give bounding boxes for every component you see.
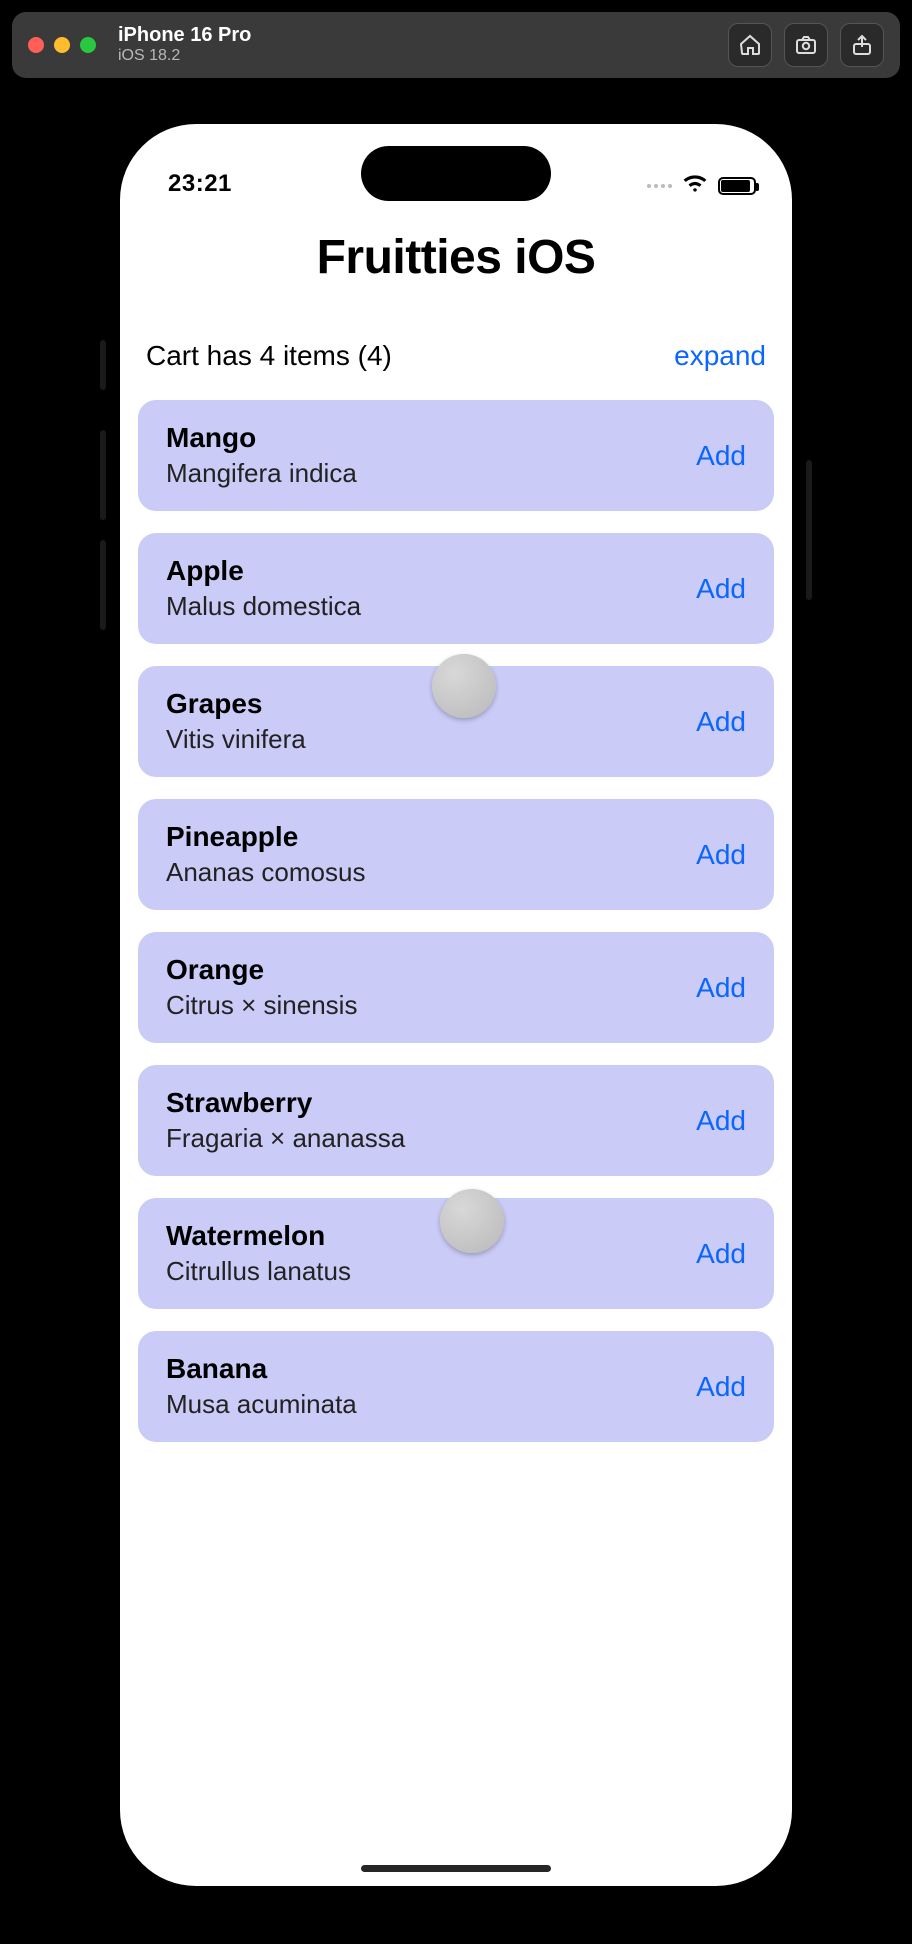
fruit-name: Banana xyxy=(166,1353,357,1385)
fruit-scientific-name: Citrullus lanatus xyxy=(166,1256,351,1287)
battery-icon xyxy=(718,177,756,195)
fruit-scientific-name: Mangifera indica xyxy=(166,458,357,489)
touch-indicator xyxy=(440,1189,504,1253)
volume-up-button[interactable] xyxy=(100,430,106,520)
simulator-os-version: iOS 18.2 xyxy=(118,47,251,65)
add-button[interactable]: Add xyxy=(696,839,746,871)
fruit-scientific-name: Citrus × sinensis xyxy=(166,990,357,1021)
fruit-name: Grapes xyxy=(166,688,306,720)
page-title: Fruitties iOS xyxy=(120,230,792,285)
fruit-name: Mango xyxy=(166,422,357,454)
minimize-window-button[interactable] xyxy=(54,37,70,53)
add-button[interactable]: Add xyxy=(696,1238,746,1270)
simulator-titlebar: iPhone 16 Pro iOS 18.2 xyxy=(12,12,900,78)
fruit-scientific-name: Malus domestica xyxy=(166,591,361,622)
cart-summary: Cart has 4 items (4) xyxy=(146,340,392,372)
fruit-name: Strawberry xyxy=(166,1087,405,1119)
dynamic-island xyxy=(361,146,551,201)
fruit-scientific-name: Musa acuminata xyxy=(166,1389,357,1420)
camera-icon xyxy=(794,33,818,57)
side-power-button[interactable] xyxy=(806,460,812,600)
fruit-card: Strawberry Fragaria × ananassa Add xyxy=(138,1065,774,1176)
add-button[interactable]: Add xyxy=(696,1105,746,1137)
simulator-device-name: iPhone 16 Pro xyxy=(118,24,251,47)
add-button[interactable]: Add xyxy=(696,706,746,738)
add-button[interactable]: Add xyxy=(696,573,746,605)
add-button[interactable]: Add xyxy=(696,1371,746,1403)
window-controls xyxy=(28,37,96,53)
status-time: 23:21 xyxy=(168,170,232,198)
fruit-card: Orange Citrus × sinensis Add xyxy=(138,932,774,1043)
fruit-name: Watermelon xyxy=(166,1220,351,1252)
fruit-scientific-name: Vitis vinifera xyxy=(166,724,306,755)
house-icon xyxy=(738,33,762,57)
fruit-scientific-name: Ananas comosus xyxy=(166,857,365,888)
volume-down-button[interactable] xyxy=(100,540,106,630)
fruit-scientific-name: Fragaria × ananassa xyxy=(166,1123,405,1154)
fruit-card: Apple Malus domestica Add xyxy=(138,533,774,644)
fruit-name: Apple xyxy=(166,555,361,587)
fruit-name: Pineapple xyxy=(166,821,365,853)
screenshot-button[interactable] xyxy=(784,23,828,67)
mute-switch[interactable] xyxy=(100,340,106,390)
touch-indicator xyxy=(432,654,496,718)
expand-button[interactable]: expand xyxy=(674,340,766,372)
iphone-frame: 23:21 Fruitties iOS Cart has 4 items (4)… xyxy=(106,110,806,1900)
add-button[interactable]: Add xyxy=(696,440,746,472)
home-button[interactable] xyxy=(728,23,772,67)
zoom-window-button[interactable] xyxy=(80,37,96,53)
fruit-card: Pineapple Ananas comosus Add xyxy=(138,799,774,910)
fruit-list[interactable]: Mango Mangifera indica Add Apple Malus domes… xyxy=(120,400,792,1442)
fruit-card: Mango Mangifera indica Add xyxy=(138,400,774,511)
cellular-icon xyxy=(647,184,672,188)
home-indicator[interactable] xyxy=(361,1865,551,1872)
device-screen: 23:21 Fruitties iOS Cart has 4 items (4)… xyxy=(120,124,792,1886)
fruit-name: Orange xyxy=(166,954,357,986)
close-window-button[interactable] xyxy=(28,37,44,53)
wifi-icon xyxy=(682,173,708,198)
share-icon xyxy=(850,33,874,57)
fruit-card: Banana Musa acuminata Add xyxy=(138,1331,774,1442)
add-button[interactable]: Add xyxy=(696,972,746,1004)
share-button[interactable] xyxy=(840,23,884,67)
